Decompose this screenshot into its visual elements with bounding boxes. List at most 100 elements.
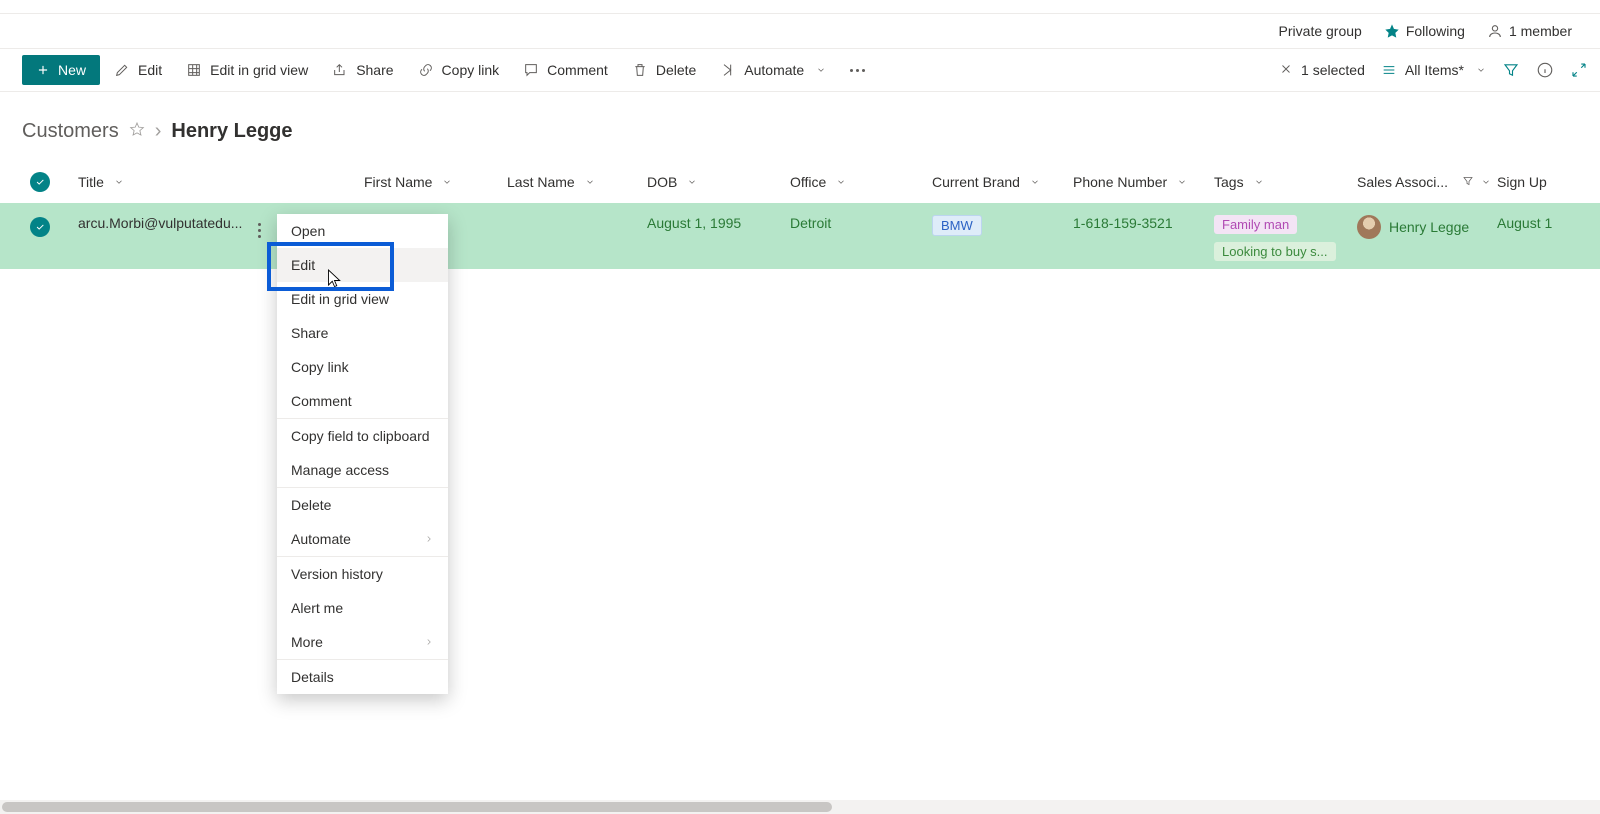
row-dob: August 1, 1995 <box>647 215 741 231</box>
following-toggle[interactable]: Following <box>1384 23 1465 39</box>
horizontal-scrollbar[interactable] <box>0 800 1600 814</box>
copy-link-label: Copy link <box>442 62 500 78</box>
filter-applied-icon <box>1462 174 1474 190</box>
automate-button[interactable]: Automate <box>710 56 836 84</box>
share-label: Share <box>356 62 393 78</box>
window-topbar <box>0 0 1600 14</box>
col-sign-up[interactable]: Sign Up <box>1497 174 1557 190</box>
overflow-button[interactable] <box>840 63 875 78</box>
menu-details[interactable]: Details <box>277 660 448 694</box>
edit-label: Edit <box>138 62 162 78</box>
breadcrumb: Customers › Henry Legge <box>0 92 1600 161</box>
members-label: 1 member <box>1509 23 1572 39</box>
menu-copy-field[interactable]: Copy field to clipboard <box>277 419 448 453</box>
edit-button[interactable]: Edit <box>104 56 172 84</box>
row-checkbox[interactable] <box>30 217 50 237</box>
table-row[interactable]: arcu.Morbi@vulputatedu... Eric August 1,… <box>0 203 1600 269</box>
breadcrumb-list-link[interactable]: Customers <box>22 120 119 143</box>
row-title[interactable]: arcu.Morbi@vulputatedu... <box>78 215 242 231</box>
expand-icon[interactable] <box>1570 61 1588 79</box>
chevron-down-icon <box>585 174 595 190</box>
delete-label: Delete <box>656 62 696 78</box>
col-last-name[interactable]: Last Name <box>507 174 647 190</box>
menu-version-history[interactable]: Version history <box>277 557 448 591</box>
selected-count: 1 selected <box>1301 62 1365 78</box>
new-button[interactable]: New <box>22 55 100 85</box>
menu-automate[interactable]: Automate <box>277 522 448 556</box>
chevron-down-icon <box>1030 174 1040 190</box>
row-signup: August 1 <box>1497 215 1552 231</box>
chevron-right-icon <box>424 531 434 547</box>
link-icon <box>418 62 434 78</box>
star-outline-icon[interactable] <box>129 120 145 143</box>
row-tag: Family man <box>1214 215 1297 234</box>
edit-grid-button[interactable]: Edit in grid view <box>176 56 318 84</box>
chevron-down-icon <box>442 174 452 190</box>
members-button[interactable]: 1 member <box>1487 23 1572 39</box>
clear-selection-button[interactable]: 1 selected <box>1279 62 1365 79</box>
automate-label: Automate <box>744 62 804 78</box>
row-context-menu-button[interactable] <box>254 219 265 242</box>
row-phone: 1-618-159-3521 <box>1073 215 1173 231</box>
chevron-down-icon <box>687 174 697 190</box>
menu-comment[interactable]: Comment <box>277 384 448 418</box>
row-tag: Looking to buy s... <box>1214 242 1336 261</box>
comment-button[interactable]: Comment <box>513 56 618 84</box>
new-label: New <box>58 62 86 78</box>
col-sales-associate[interactable]: Sales Associ... <box>1357 174 1497 190</box>
scrollbar-thumb[interactable] <box>2 802 832 812</box>
menu-edit-grid[interactable]: Edit in grid view <box>277 282 448 316</box>
menu-delete[interactable]: Delete <box>277 488 448 522</box>
row-associate: Henry Legge <box>1389 219 1469 235</box>
col-office[interactable]: Office <box>790 174 932 190</box>
pencil-icon <box>114 62 130 78</box>
menu-share[interactable]: Share <box>277 316 448 350</box>
plus-icon <box>36 63 50 77</box>
comment-icon <box>523 62 539 78</box>
avatar <box>1357 215 1381 239</box>
select-all-toggle[interactable] <box>30 172 50 192</box>
command-bar: New Edit Edit in grid view Share Copy li… <box>0 48 1600 92</box>
comment-label: Comment <box>547 62 608 78</box>
star-icon <box>1384 23 1400 39</box>
flow-icon <box>720 62 736 78</box>
menu-more[interactable]: More <box>277 625 448 659</box>
trash-icon <box>632 62 648 78</box>
view-switcher[interactable]: All Items* <box>1381 62 1486 78</box>
col-phone[interactable]: Phone Number <box>1073 174 1214 190</box>
copy-link-button[interactable]: Copy link <box>408 56 510 84</box>
col-current-brand[interactable]: Current Brand <box>932 174 1073 190</box>
col-first-name[interactable]: First Name <box>364 174 507 190</box>
chevron-down-icon <box>1177 174 1187 190</box>
share-button[interactable]: Share <box>322 56 403 84</box>
chevron-down-icon <box>816 62 826 78</box>
menu-manage-access[interactable]: Manage access <box>277 453 448 487</box>
person-icon <box>1487 23 1503 39</box>
column-header-row: Title First Name Last Name DOB Office Cu… <box>0 161 1600 203</box>
chevron-down-icon <box>114 174 124 190</box>
menu-alert-me[interactable]: Alert me <box>277 591 448 625</box>
chevron-down-icon <box>836 174 846 190</box>
breadcrumb-current: Henry Legge <box>171 120 292 143</box>
context-menu: Open Edit Edit in grid view Share Copy l… <box>277 214 448 694</box>
info-icon[interactable] <box>1536 61 1554 79</box>
list-icon <box>1381 62 1397 78</box>
row-brand-pill: BMW <box>932 215 982 236</box>
chevron-down-icon <box>1254 174 1264 190</box>
col-title[interactable]: Title <box>78 174 364 190</box>
site-header-strip: Private group Following 1 member <box>0 14 1600 48</box>
col-dob[interactable]: DOB <box>647 174 790 190</box>
view-name: All Items* <box>1405 62 1464 78</box>
following-label: Following <box>1406 23 1465 39</box>
menu-open[interactable]: Open <box>277 214 448 248</box>
chevron-down-icon <box>1481 174 1491 190</box>
col-tags[interactable]: Tags <box>1214 174 1357 190</box>
filter-icon[interactable] <box>1502 61 1520 79</box>
edit-grid-label: Edit in grid view <box>210 62 308 78</box>
delete-button[interactable]: Delete <box>622 56 706 84</box>
breadcrumb-separator: › <box>155 120 162 143</box>
menu-copy-link[interactable]: Copy link <box>277 350 448 384</box>
menu-edit[interactable]: Edit <box>277 248 448 282</box>
chevron-down-icon <box>1476 62 1486 78</box>
row-office: Detroit <box>790 215 831 231</box>
